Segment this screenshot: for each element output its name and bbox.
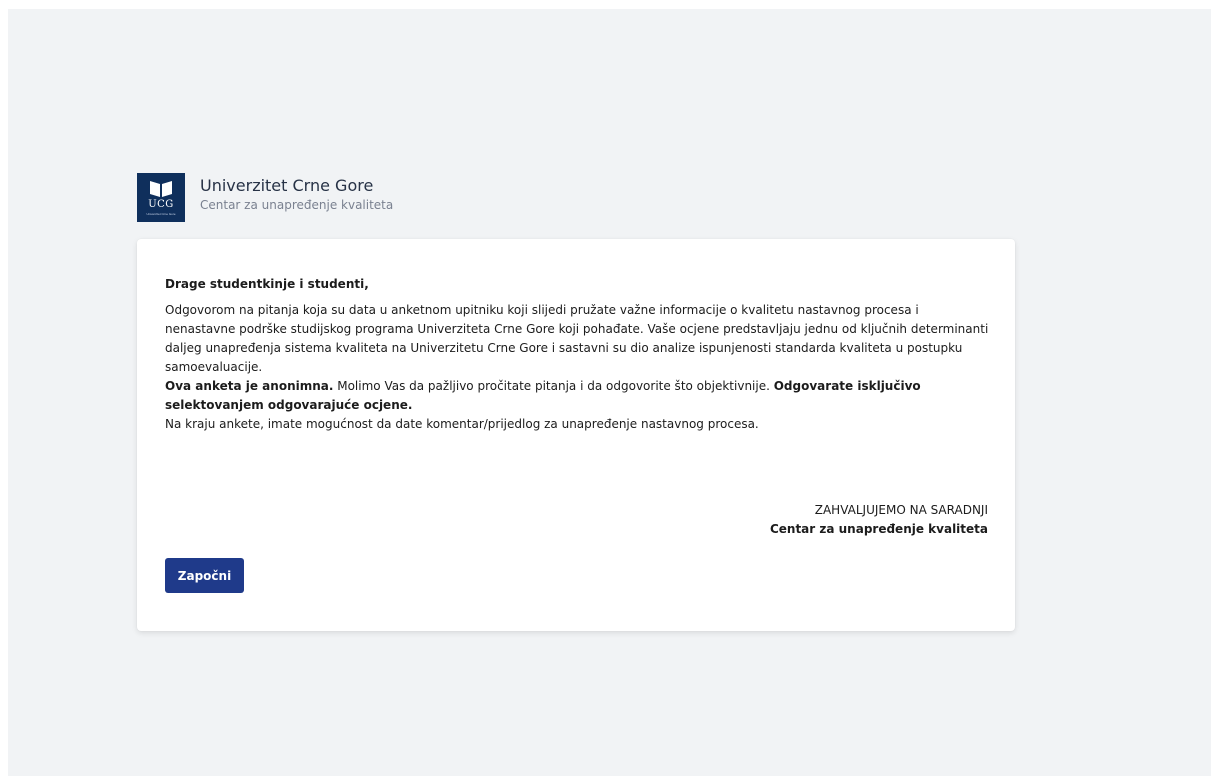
- center-name: Centar za unapređenje kvaliteta: [200, 198, 394, 212]
- instructions-text: Molimo Vas da pažljivo pročitate pitanja…: [333, 379, 774, 393]
- logo-text: UCG: [148, 199, 174, 210]
- intro-paragraph: Odgovorom na pitanja koja su data u anke…: [165, 303, 989, 374]
- anonymity-paragraph: Ova anketa je anonimna. Molimo Vas da pa…: [165, 377, 991, 415]
- university-header: UCG Univerzitet Crne Gore Univerzitet Cr…: [137, 173, 393, 222]
- open-book-icon: [150, 181, 172, 197]
- university-name: Univerzitet Crne Gore: [200, 176, 374, 195]
- logo-subtext: Univerzitet Crne Gore: [146, 212, 176, 216]
- page-background: UCG Univerzitet Crne Gore Univerzitet Cr…: [8, 9, 1211, 776]
- brand-text: Univerzitet Crne Gore Centar za unapređe…: [200, 176, 393, 213]
- ucg-logo: UCG Univerzitet Crne Gore: [137, 173, 185, 222]
- thanks-text: ZAHVALJUJEMO NA SARADNJI: [814, 503, 988, 517]
- comment-paragraph: Na kraju ankete, imate mogućnost da date…: [165, 417, 759, 431]
- start-button[interactable]: Započni: [165, 558, 244, 593]
- anonymous-notice: Ova anketa je anonimna.: [165, 379, 334, 393]
- greeting: Drage studentkinje i studenti,: [165, 277, 369, 291]
- signature-org: Centar za unapređenje kvaliteta: [769, 522, 988, 536]
- survey-intro-card: Drage studentkinje i studenti, Odgovorom…: [137, 239, 1015, 631]
- signature: ZAHVALJUJEMO NA SARADNJI Centar za unapr…: [770, 501, 988, 539]
- intro-text: Drage studentkinje i studenti, Odgovorom…: [165, 275, 991, 434]
